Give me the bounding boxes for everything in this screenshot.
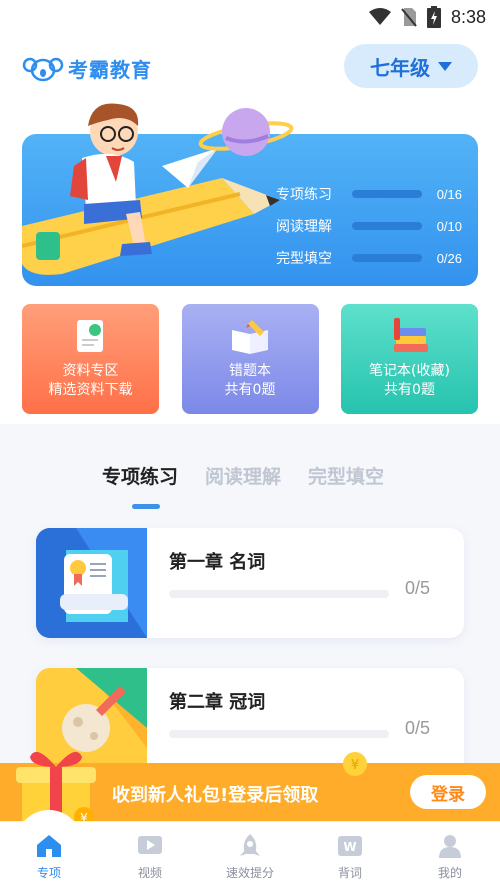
card-subtitle: 共有0题 (224, 382, 276, 398)
chapter-count: 0/5 (404, 718, 430, 738)
category-tabs: 专项练习 阅读理解 完型填空 (0, 462, 500, 518)
status-bar: 8:38 (0, 0, 500, 34)
no-sim-icon (401, 8, 417, 27)
nav-label: 速效提分 (225, 866, 274, 880)
wifi-icon (368, 8, 391, 25)
chapter-progress-bar (169, 730, 389, 738)
app-logo: 考霸教育 (22, 54, 152, 83)
status-icons: 8:38 (368, 6, 486, 28)
progress-label: 完型填空 (276, 251, 332, 267)
progress-count: 0/16 (436, 186, 462, 202)
progress-count: 0/10 (436, 218, 462, 234)
nav-label: 背词 (337, 866, 362, 880)
nav-item-words[interactable]: W 背词 (315, 834, 385, 881)
chapter-card[interactable]: 第一章 名词 0/5 (36, 528, 464, 638)
progress-banner[interactable]: 专项练习 0/16 阅读理解 0/10 完型填空 0/26 (22, 103, 478, 286)
bottom-nav: 专项 视频 速效提分 W 背词 我的 (0, 810, 500, 889)
caret-down-icon (438, 61, 452, 71)
certificate-thumbnail (36, 528, 147, 638)
wrong-questions-card[interactable]: 错题本 共有0题 (181, 304, 319, 414)
nav-label: 视频 (137, 866, 162, 880)
tab-reading[interactable]: 阅读理解 (205, 462, 281, 489)
card-subtitle: 共有0题 (384, 382, 435, 398)
video-icon (138, 836, 162, 854)
active-tab-indicator (132, 504, 160, 509)
progress-count: 0/26 (436, 250, 462, 266)
chapter-title: 第二章 冠词 (169, 692, 266, 713)
progress-row: 阅读理解 0/10 (276, 210, 462, 242)
svg-text:W: W (343, 840, 356, 854)
nav-item-special[interactable]: 专项 (14, 834, 84, 881)
progress-bar (352, 254, 422, 262)
word-card-icon: W (338, 836, 362, 856)
chapter-title: 第一章 名词 (169, 552, 266, 573)
progress-bar (352, 190, 422, 198)
grade-label: 七年级 (370, 55, 430, 80)
progress-label: 阅读理解 (276, 219, 332, 235)
chapter-progress-bar (169, 590, 389, 598)
status-time: 8:38 (450, 6, 486, 27)
rocket-icon (240, 834, 260, 856)
nav-item-video[interactable]: 视频 (115, 834, 185, 881)
books-icon (393, 318, 428, 352)
nav-item-boost[interactable]: 速效提分 (215, 834, 285, 881)
home-icon (37, 835, 61, 857)
hero-section: 专项练习 0/16 阅读理解 0/10 完型填空 0/26 资料专区 精选资料下… (0, 103, 500, 424)
tab-cloze[interactable]: 完型填空 (308, 462, 384, 489)
battery-charging-icon (426, 6, 441, 28)
card-title: 错题本 (229, 363, 271, 379)
feature-cards: 资料专区 精选资料下载 错题本 共有0题 笔记本(收藏) 共有0题 (22, 304, 478, 414)
coin-icon: ¥ (343, 752, 367, 776)
nav-label: 我的 (437, 866, 462, 880)
chapter-count: 0/5 (404, 578, 430, 598)
progress-list: 专项练习 0/16 阅读理解 0/10 完型填空 0/26 (276, 178, 462, 274)
app-name: 考霸教育 (68, 58, 152, 82)
card-title: 资料专区 (62, 363, 119, 379)
document-icon (76, 320, 103, 352)
gift-message: 收到新人礼包!登录后领取 (112, 785, 319, 806)
notebook-card[interactable]: 笔记本(收藏) 共有0题 (341, 304, 478, 414)
progress-label: 专项练习 (276, 187, 332, 203)
card-title: 笔记本(收藏) (369, 363, 450, 379)
notebook-pencil-icon (232, 320, 268, 354)
progress-row: 完型填空 0/26 (276, 242, 462, 274)
koala-logo-icon (22, 57, 64, 81)
svg-text:¥: ¥ (351, 758, 359, 773)
user-icon (439, 835, 461, 858)
new-user-gift-banner[interactable]: ¥ ¥ 收到新人礼包!登录后领取 登录 (0, 751, 500, 827)
materials-card[interactable]: 资料专区 精选资料下载 (22, 304, 159, 414)
progress-bar (352, 222, 422, 230)
card-subtitle: 精选资料下载 (48, 382, 133, 398)
login-button[interactable]: 登录 (410, 775, 486, 809)
progress-row: 专项练习 0/16 (276, 178, 462, 210)
nav-item-profile[interactable]: 我的 (415, 834, 485, 881)
grade-selector[interactable]: 七年级 (344, 44, 478, 88)
planet-illustration (198, 108, 294, 156)
tab-special-practice[interactable]: 专项练习 (102, 462, 178, 489)
nav-label: 专项 (36, 866, 61, 880)
